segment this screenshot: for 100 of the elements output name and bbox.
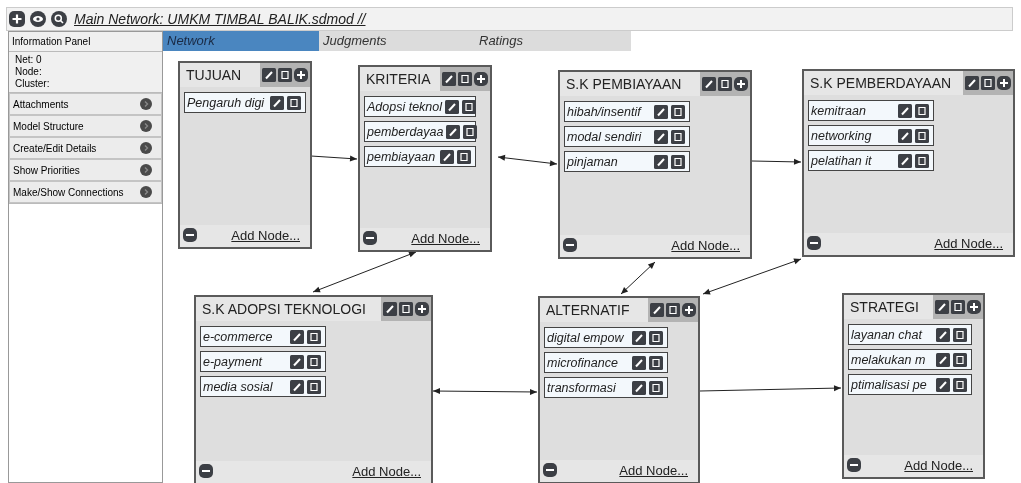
tab[interactable]: Judgments [319, 31, 475, 51]
collapse-icon[interactable] [199, 464, 213, 478]
node-item[interactable]: microfinance [544, 352, 668, 373]
pencil-icon[interactable] [965, 76, 979, 90]
pencil-icon[interactable] [654, 129, 668, 144]
pencil-icon[interactable] [898, 128, 912, 143]
expand-icon[interactable] [140, 142, 152, 154]
pencil-icon[interactable] [654, 104, 668, 119]
panel-section[interactable]: Show Priorities [9, 159, 162, 181]
expand-icon[interactable] [140, 120, 152, 132]
trash-icon[interactable] [307, 379, 321, 394]
pencil-icon[interactable] [936, 377, 950, 392]
pencil-icon[interactable] [290, 379, 304, 394]
trash-icon[interactable] [915, 128, 929, 143]
node-item[interactable]: pinjaman [564, 151, 690, 172]
pencil-icon[interactable] [262, 68, 276, 82]
node-item[interactable]: Pengaruh digi [184, 92, 306, 113]
panel-section[interactable]: Create/Edit Details [9, 137, 162, 159]
panel-section[interactable]: Make/Show Connections [9, 181, 162, 203]
pencil-icon[interactable] [654, 154, 668, 169]
collapse-icon[interactable] [363, 231, 377, 245]
node-item[interactable]: Adopsi teknol [364, 96, 476, 117]
search-icon[interactable] [51, 11, 67, 27]
add-icon[interactable] [967, 300, 981, 314]
trash-icon[interactable] [307, 354, 321, 369]
trash-icon[interactable] [671, 104, 685, 119]
trash-icon[interactable] [462, 99, 477, 114]
trash-icon[interactable] [953, 352, 967, 367]
node-item[interactable]: kemitraan [808, 100, 934, 121]
trash-icon[interactable] [671, 154, 685, 169]
pencil-icon[interactable] [445, 99, 460, 114]
trash-icon[interactable] [307, 329, 321, 344]
add-icon[interactable] [415, 302, 429, 316]
trash-icon[interactable] [981, 76, 995, 90]
pencil-icon[interactable] [446, 124, 461, 139]
add-icon[interactable] [294, 68, 308, 82]
network-title-link[interactable]: Main Network: UMKM TIMBAL BALIK.sdmod // [74, 11, 366, 27]
node-item[interactable]: pembiayaan [364, 146, 476, 167]
trash-icon[interactable] [915, 103, 929, 118]
node-item[interactable]: e-commerce [200, 326, 326, 347]
trash-icon[interactable] [649, 380, 663, 395]
pencil-icon[interactable] [632, 355, 646, 370]
trash-icon[interactable] [666, 303, 680, 317]
pencil-icon[interactable] [440, 149, 454, 164]
trash-icon[interactable] [671, 129, 685, 144]
add-icon[interactable] [734, 77, 748, 91]
trash-icon[interactable] [399, 302, 413, 316]
pencil-icon[interactable] [650, 303, 664, 317]
node-item[interactable]: pemberdayaa [364, 121, 476, 142]
node-item[interactable]: networking [808, 125, 934, 146]
add-icon[interactable] [997, 76, 1011, 90]
pencil-icon[interactable] [290, 354, 304, 369]
node-item[interactable]: layanan chat [848, 324, 972, 345]
panel-section[interactable]: Attachments [9, 93, 162, 115]
collapse-icon[interactable] [807, 236, 821, 250]
add-icon[interactable] [474, 72, 488, 86]
trash-icon[interactable] [463, 124, 478, 139]
pencil-icon[interactable] [935, 300, 949, 314]
expand-icon[interactable] [140, 164, 152, 176]
node-item[interactable]: ptimalisasi pe [848, 374, 972, 395]
collapse-icon[interactable] [543, 463, 557, 477]
node-item[interactable]: hibah/insentif [564, 101, 690, 122]
pencil-icon[interactable] [270, 95, 284, 110]
add-icon[interactable] [682, 303, 696, 317]
node-item[interactable]: e-payment [200, 351, 326, 372]
panel-section[interactable]: Model Structure [9, 115, 162, 137]
trash-icon[interactable] [278, 68, 292, 82]
trash-icon[interactable] [951, 300, 965, 314]
node-item[interactable]: melakukan m [848, 349, 972, 370]
pencil-icon[interactable] [442, 72, 456, 86]
trash-icon[interactable] [457, 149, 471, 164]
pencil-icon[interactable] [290, 329, 304, 344]
pencil-icon[interactable] [936, 327, 950, 342]
pencil-icon[interactable] [632, 380, 646, 395]
collapse-icon[interactable] [183, 228, 197, 242]
tab[interactable]: Ratings [475, 31, 631, 51]
node-item[interactable]: modal sendiri [564, 126, 690, 147]
add-icon[interactable] [9, 11, 25, 27]
pencil-icon[interactable] [898, 153, 912, 168]
pencil-icon[interactable] [632, 330, 646, 345]
node-item[interactable]: pelatihan it [808, 150, 934, 171]
node-item[interactable]: media sosial [200, 376, 326, 397]
pencil-icon[interactable] [702, 77, 716, 91]
trash-icon[interactable] [953, 327, 967, 342]
pencil-icon[interactable] [898, 103, 912, 118]
trash-icon[interactable] [458, 72, 472, 86]
node-item[interactable]: digital empow [544, 327, 668, 348]
collapse-icon[interactable] [563, 238, 577, 252]
trash-icon[interactable] [287, 95, 301, 110]
trash-icon[interactable] [718, 77, 732, 91]
expand-icon[interactable] [140, 186, 152, 198]
trash-icon[interactable] [915, 153, 929, 168]
trash-icon[interactable] [953, 377, 967, 392]
collapse-icon[interactable] [847, 458, 861, 472]
pencil-icon[interactable] [383, 302, 397, 316]
node-item[interactable]: transformasi [544, 377, 668, 398]
tab[interactable]: Network [163, 31, 319, 51]
expand-icon[interactable] [140, 98, 152, 110]
eye-icon[interactable] [30, 11, 46, 27]
trash-icon[interactable] [649, 330, 663, 345]
